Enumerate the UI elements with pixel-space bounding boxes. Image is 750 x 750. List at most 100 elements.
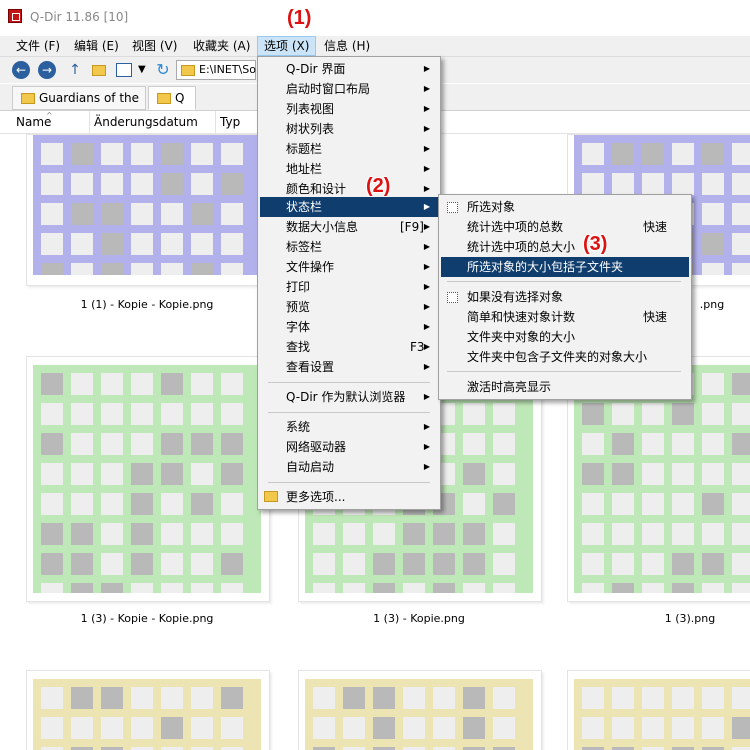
pattern-cell <box>702 173 724 195</box>
menu-item-search[interactable]: 查找 F3 ▶ <box>260 337 438 357</box>
column-type[interactable]: Typ <box>216 111 260 133</box>
pattern-cell <box>702 373 724 395</box>
menu-item-label: 预览 <box>286 300 311 314</box>
pattern-cell <box>732 403 750 425</box>
menu-edit[interactable]: 编辑 (E) <box>68 36 125 56</box>
pattern-cell <box>463 493 485 515</box>
pattern-cell <box>582 553 604 575</box>
file-caption[interactable]: 1 (1) - Kopie - Kopie.png <box>26 298 268 311</box>
menu-item-tree-list[interactable]: 树状列表 ▶ <box>260 119 438 139</box>
menu-item-qdir-interface[interactable]: Q-Dir 界面 ▶ <box>260 59 438 79</box>
menu-item-tab-bar[interactable]: 标签栏 ▶ <box>260 237 438 257</box>
file-caption[interactable]: 1 (3) - Kopie.png <box>298 612 540 625</box>
menu-item-print[interactable]: 打印 ▶ <box>260 277 438 297</box>
menu-item-status-bar[interactable]: 状态栏 ▶ <box>260 197 438 217</box>
pattern-cell <box>191 203 213 225</box>
up-folder-icon[interactable]: ↑ <box>66 61 84 79</box>
pattern-cell <box>101 493 123 515</box>
pattern-cell <box>71 553 93 575</box>
pattern-cell <box>161 717 183 739</box>
menu-item-preview[interactable]: 预览 ▶ <box>260 297 438 317</box>
refresh-icon[interactable]: ↻ <box>154 61 172 79</box>
submenu-item-size-with-subfolders[interactable]: 所选对象的大小包括子文件夹 <box>441 257 689 277</box>
menu-item-title-bar[interactable]: 标题栏 ▶ <box>260 139 438 159</box>
submenu-item-folder-size-subfolders[interactable]: 文件夹中包含子文件夹的对象大小 <box>441 347 689 367</box>
menu-item-more-options[interactable]: 更多选项... <box>260 487 438 507</box>
file-thumbnail[interactable] <box>567 670 750 750</box>
pattern-cell <box>732 553 750 575</box>
pattern-cell <box>702 143 724 165</box>
pattern-cell <box>101 233 123 255</box>
pattern-cell <box>161 463 183 485</box>
new-folder-icon[interactable] <box>90 61 108 79</box>
file-thumbnail[interactable] <box>26 670 270 750</box>
submenu-arrow-icon: ▶ <box>423 462 430 471</box>
back-arrow-icon[interactable]: ← <box>12 61 30 79</box>
submenu-item-simple-count[interactable]: 简单和快速对象计数 快速 <box>441 307 689 327</box>
pattern-cell <box>433 583 455 593</box>
pattern-cell <box>732 717 750 739</box>
menu-item-network-drives[interactable]: 网络驱动器 ▶ <box>260 437 438 457</box>
submenu-item-total-size[interactable]: 统计选中项的总大小 <box>441 237 689 257</box>
pattern-cell <box>373 583 395 593</box>
menu-item-default-browser[interactable]: Q-Dir 作为默认浏览器 ▶ <box>260 387 438 407</box>
menu-item-autostart[interactable]: 自动启动 ▶ <box>260 457 438 477</box>
pattern-cell <box>41 463 63 485</box>
pattern-cell <box>221 687 243 709</box>
pattern-cell <box>702 553 724 575</box>
menu-options[interactable]: 选项 (X) <box>257 36 317 56</box>
menu-item-startup-layout[interactable]: 启动时窗口布局 ▶ <box>260 79 438 99</box>
file-thumbnail[interactable] <box>298 670 542 750</box>
file-caption[interactable]: 1 (3).png <box>640 612 740 625</box>
menu-item-colors-design[interactable]: 颜色和设计 ▶ <box>260 179 438 199</box>
forward-arrow-icon[interactable]: → <box>38 61 56 79</box>
file-thumbnail[interactable] <box>26 134 270 286</box>
menu-item-font[interactable]: 字体 ▶ <box>260 317 438 337</box>
address-bar[interactable]: E:\INET\So <box>176 60 256 80</box>
pattern-cell <box>131 433 153 455</box>
menu-item-address-bar[interactable]: 地址栏 ▶ <box>260 159 438 179</box>
tab-guardians[interactable]: Guardians of the <box>12 86 146 110</box>
submenu-item-highlight-active[interactable]: 激活时高亮显示 <box>441 377 689 397</box>
menu-view[interactable]: 视图 (V) <box>126 36 183 56</box>
pattern-cell <box>642 463 664 485</box>
pattern-cell <box>131 463 153 485</box>
pattern-cell <box>101 373 123 395</box>
pattern-cell <box>71 373 93 395</box>
menu-item-system[interactable]: 系统 ▶ <box>260 417 438 437</box>
pattern-cell <box>131 687 153 709</box>
menu-info[interactable]: 信息 (H) <box>318 36 376 56</box>
pattern-cell <box>642 143 664 165</box>
submenu-item-if-none-selected[interactable]: 如果没有选择对象 <box>441 287 689 307</box>
submenu-item-selected-objects[interactable]: 所选对象 <box>441 197 689 217</box>
menu-item-label: 简单和快速对象计数 <box>467 310 576 324</box>
submenu-item-folder-size[interactable]: 文件夹中对象的大小 <box>441 327 689 347</box>
pattern-cell <box>403 553 425 575</box>
submenu-arrow-icon: ▶ <box>423 302 430 311</box>
submenu-arrow-icon: ▶ <box>423 442 430 451</box>
pattern-cell <box>672 403 694 425</box>
menu-item-label: 系统 <box>286 420 311 434</box>
folder-icon <box>181 65 195 76</box>
menu-item-shortcut: [F9] <box>400 220 424 234</box>
menu-item-file-operations[interactable]: 文件操作 ▶ <box>260 257 438 277</box>
pattern-cell <box>191 433 213 455</box>
column-date[interactable]: Änderungsdatum <box>90 111 216 133</box>
pattern-cell <box>221 143 243 165</box>
file-thumbnail[interactable] <box>26 356 270 602</box>
pattern-cell <box>221 553 243 575</box>
menu-favorites[interactable]: 收藏夹 (A) <box>187 36 256 56</box>
pattern-cell <box>191 583 213 593</box>
file-caption[interactable]: 1 (3) - Kopie - Kopie.png <box>26 612 268 625</box>
pattern-cell <box>71 143 93 165</box>
menu-file[interactable]: 文件 (F) <box>10 36 66 56</box>
view-mode-icon[interactable] <box>116 63 132 77</box>
menu-item-view-settings[interactable]: 查看设置 ▶ <box>260 357 438 377</box>
file-caption[interactable]: .png <box>692 298 732 311</box>
image-preview <box>305 679 533 750</box>
menu-item-data-size-info[interactable]: 数据大小信息 [F9] ▶ <box>260 217 438 237</box>
menu-item-list-view[interactable]: 列表视图 ▶ <box>260 99 438 119</box>
tab-q[interactable]: Q <box>148 86 196 110</box>
submenu-item-count-selected[interactable]: 统计选中项的总数 快速 <box>441 217 689 237</box>
pattern-cell <box>343 583 365 593</box>
